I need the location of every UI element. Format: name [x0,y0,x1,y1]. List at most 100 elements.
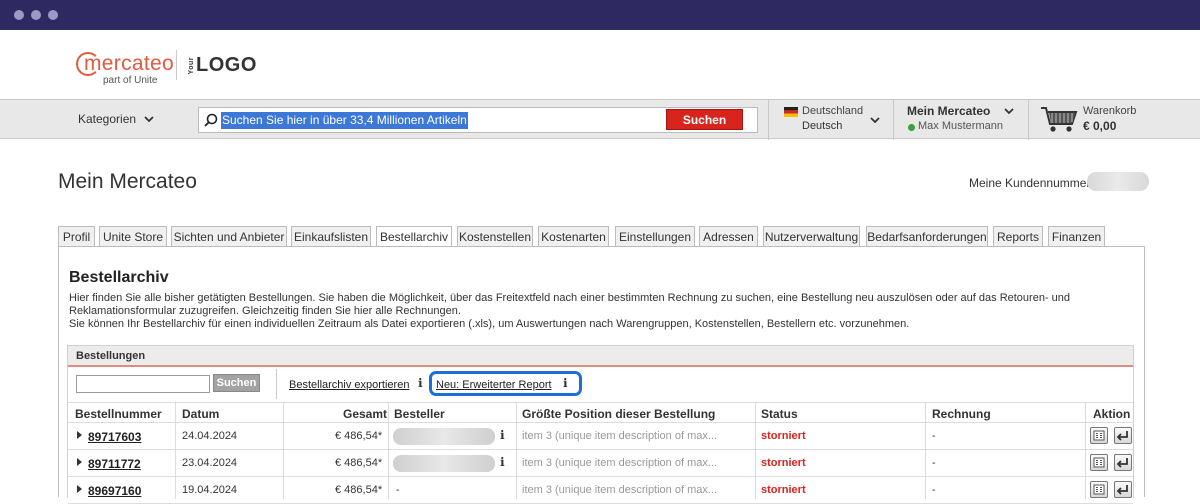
tab-einstellungen[interactable]: Einstellungen [615,226,695,247]
export-archive-link[interactable]: Bestellarchiv exportieren [289,379,409,391]
orderer-name: - [396,484,400,496]
tab-kostenstellen[interactable]: Kostenstellen [457,226,533,247]
info-icon[interactable]: ℹ [500,455,505,469]
categories-label: Kategorien [78,112,137,126]
tab-adressen[interactable]: Adressen [699,226,758,247]
section-description: Hier finden Sie alle bisher getätigten B… [69,292,1129,331]
shopping-cart-icon [1041,107,1078,132]
toolbar-divider [276,369,277,399]
largest-item-description: item 3 (unique item description of max..… [522,484,718,496]
tab-unite-store[interactable]: Unite Store [99,226,167,247]
brand-subline: part of Unite [103,75,158,86]
customer-number-redacted [1087,172,1149,191]
order-total: € 486,54* [335,457,383,469]
order-archive-panel: Bestellarchiv Hier finden Sie alle bishe… [58,246,1145,504]
search-input[interactable]: Suchen Sie hier in über 33,4 Millionen A… [221,112,468,129]
tab-bedarfsanforderungen[interactable]: Bedarfsanforderungen [866,226,988,247]
search-button[interactable]: Suchen [666,109,743,130]
column-header-bestellnummer[interactable]: Bestellnummer [75,407,162,421]
order-date: 19.04.2024 [182,484,238,496]
return-arrow-icon [1116,431,1128,441]
section-title: Bestellarchiv [69,269,169,286]
tab-reports[interactable]: Reports [993,226,1043,247]
language-label: Deutsch [802,120,843,132]
tab-bestellarchiv[interactable]: Bestellarchiv [376,226,452,248]
page-title: Mein Mercateo [58,170,197,193]
reorder-button[interactable] [1114,427,1132,444]
column-header-gesamt[interactable]: Gesamt [343,407,387,421]
account-title: Mein Mercateo [907,104,991,118]
orders-heading: Bestellungen [68,346,1133,367]
document-icon [1093,484,1105,495]
column-header-datum[interactable]: Datum [182,407,219,421]
tab-nutzerverwaltung[interactable]: Nutzerverwaltung [763,226,860,247]
orderer-name-redacted [393,428,495,445]
reorder-button[interactable] [1114,481,1132,498]
window-maximize-dot[interactable] [48,10,58,20]
extended-report-link[interactable]: Neu: Erweiterter Report [436,379,552,391]
chevron-down-icon [1004,108,1014,115]
return-arrow-icon [1116,458,1128,468]
chevron-down-icon [144,116,155,123]
expand-triangle-icon[interactable] [77,431,82,439]
order-search-button[interactable]: Suchen [213,374,260,392]
tab-finanzen[interactable]: Finanzen [1048,226,1105,247]
largest-item-description: item 3 (unique item description of max..… [522,457,718,469]
chevron-down-icon [870,117,880,124]
order-search-input[interactable] [76,375,210,393]
order-details-button[interactable] [1090,454,1108,471]
column-header-aktion: Aktion [1093,407,1131,421]
order-date: 23.04.2024 [182,457,238,469]
navbar-divider [768,100,769,140]
info-icon[interactable]: ℹ [418,376,423,390]
tab-sichten-und-anbieter[interactable]: Sichten und Anbieter [171,226,287,247]
order-total: € 486,54* [335,430,383,442]
table-row: 89697160 19.04.2024 € 486,54* - item 3 (… [68,477,1133,504]
categories-menu[interactable]: Kategorien [78,112,155,126]
order-number-link[interactable]: 89697160 [88,484,141,498]
order-number-link[interactable]: 89711772 [88,457,141,471]
browser-titlebar [0,0,1200,30]
document-icon [1093,457,1105,468]
mercateo-logo[interactable]: mercateo part of Unite [76,50,174,90]
largest-item-description: item 3 (unique item description of max..… [522,430,718,442]
customer-number-label: Meine Kundennummer: [969,176,1094,190]
table-header: Bestellnummer Datum Gesamt Besteller Grö… [68,402,1133,423]
orderer-name-redacted [393,455,495,472]
expand-triangle-icon[interactable] [77,485,82,493]
column-header-groesste-position: Größte Position dieser Bestellung [522,407,716,421]
window-close-dot[interactable] [14,10,24,20]
order-number-link[interactable]: 89717603 [88,430,141,444]
cart-total: € 0,00 [1083,119,1117,133]
status-badge: storniert [761,484,806,496]
invoice-value: - [932,457,936,469]
customer-logo-text: LOGO [196,54,257,76]
column-header-rechnung: Rechnung [932,407,991,421]
navbar-divider [893,100,894,140]
order-total: € 486,54* [335,484,383,496]
tab-einkaufslisten[interactable]: Einkaufslisten [291,226,371,247]
info-icon[interactable]: ℹ [500,428,505,442]
table-row: 89717603 24.04.2024 € 486,54* ℹ item 3 (… [68,423,1133,450]
order-date: 24.04.2024 [182,430,238,442]
tab-profil[interactable]: Profil [58,226,95,247]
orders-box: Bestellungen Suchen Bestellarchiv export… [67,345,1134,504]
status-badge: storniert [761,430,806,442]
account-user-name: Max Mustermann [918,120,1003,132]
status-badge: storniert [761,457,806,469]
info-icon[interactable]: ℹ [563,376,568,390]
site-header: mercateo part of Unite YourLOGO [0,30,1200,100]
germany-flag-icon [784,107,798,117]
column-header-besteller[interactable]: Besteller [394,407,445,421]
order-details-button[interactable] [1090,481,1108,498]
column-header-status[interactable]: Status [761,407,798,421]
window-minimize-dot[interactable] [31,10,41,20]
description-line: Sie können Ihr Bestellarchiv für einen i… [69,318,910,330]
main-navbar: Kategorien Suchen Sie hier in über 33,4 … [0,99,1200,140]
order-details-button[interactable] [1090,427,1108,444]
document-icon [1093,430,1105,441]
reorder-button[interactable] [1114,454,1132,471]
tab-kostenarten[interactable]: Kostenarten [538,226,609,247]
online-status-icon [908,124,915,131]
expand-triangle-icon[interactable] [77,458,82,466]
